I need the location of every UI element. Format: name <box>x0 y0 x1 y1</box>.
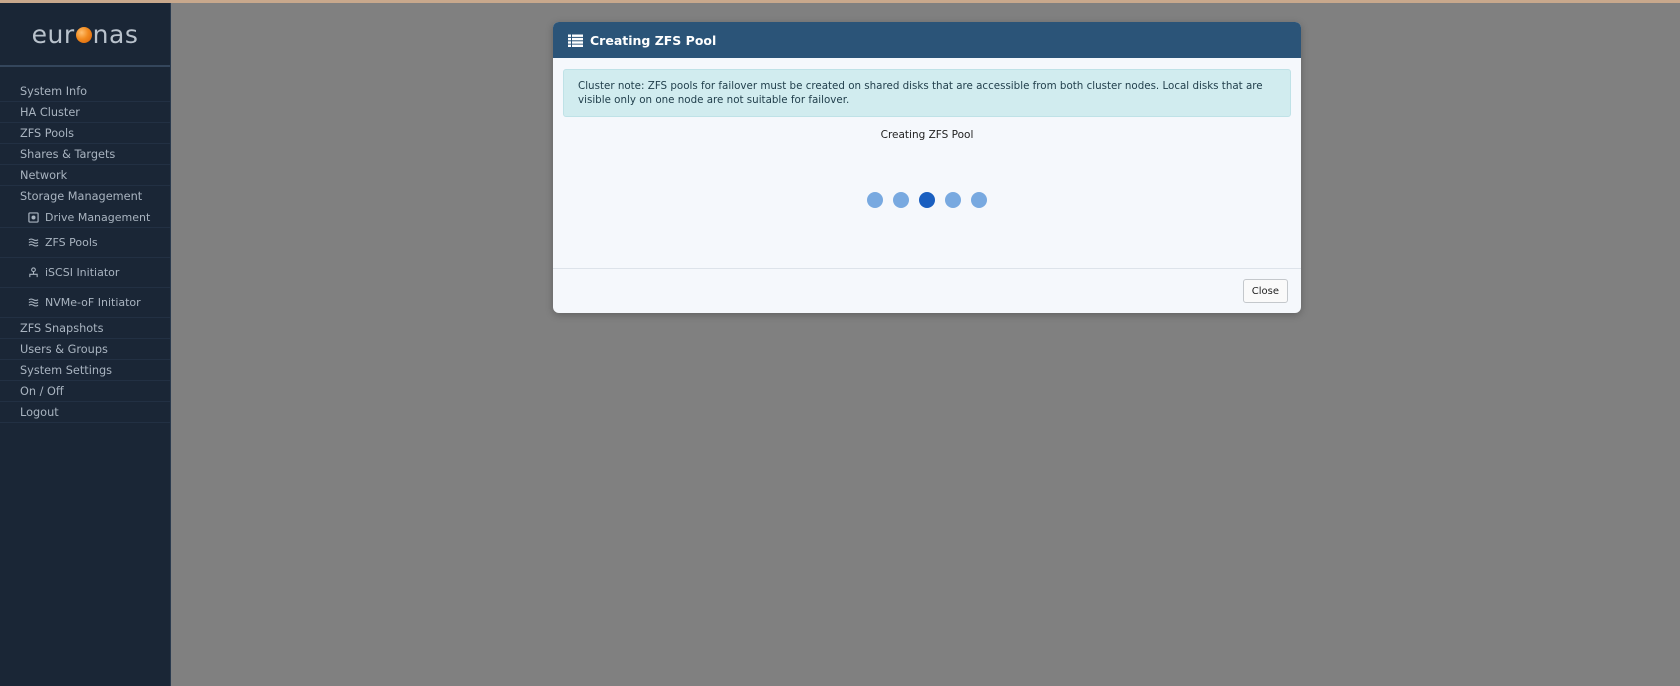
sidebar: eur nas System Info HA Cluster ZFS Pools … <box>0 3 171 686</box>
sidebar-item-label: ZFS Snapshots <box>20 321 104 335</box>
sidebar-subitem-nvmeof-initiator[interactable]: NVMe-oF Initiator <box>0 288 170 318</box>
creating-pool-dialog: Creating ZFS Pool Cluster note: ZFS pool… <box>553 22 1301 313</box>
list-icon <box>568 34 583 47</box>
loading-dot-active <box>919 192 935 208</box>
sidebar-item-network[interactable]: Network <box>0 165 170 186</box>
sidebar-item-label: Logout <box>20 405 59 419</box>
sidebar-subitem-label: iSCSI Initiator <box>45 266 120 279</box>
sidebar-item-zfs-snapshots[interactable]: ZFS Snapshots <box>0 318 170 339</box>
sidebar-item-label: ZFS Pools <box>20 126 75 140</box>
layers-icon <box>27 236 40 249</box>
sidebar-nav: System Info HA Cluster ZFS Pools Shares … <box>0 81 170 423</box>
logo-suffix: nas <box>92 19 139 49</box>
sidebar-item-label: System Settings <box>20 363 113 377</box>
sidebar-item-storage-management[interactable]: Storage Management <box>0 186 170 207</box>
sidebar-subitem-zfs-pools[interactable]: ZFS Pools <box>0 228 170 258</box>
sidebar-item-ha-cluster[interactable]: HA Cluster <box>0 102 170 123</box>
logo-prefix: eur <box>31 19 75 49</box>
cluster-note-alert: Cluster note: ZFS pools for failover mus… <box>563 69 1291 117</box>
initiator-icon <box>27 266 40 279</box>
logo[interactable]: eur nas <box>0 3 170 67</box>
sidebar-subitem-drive-management[interactable]: Drive Management <box>0 207 170 228</box>
sidebar-item-label: On / Off <box>20 384 64 398</box>
drive-icon <box>27 211 40 224</box>
cluster-note-text: Cluster note: ZFS pools for failover mus… <box>578 80 1263 106</box>
sidebar-item-logout[interactable]: Logout <box>0 402 170 423</box>
sidebar-item-on-off[interactable]: On / Off <box>0 381 170 402</box>
layers-icon <box>27 296 40 309</box>
sidebar-item-system-settings[interactable]: System Settings <box>0 360 170 381</box>
loading-dot <box>893 192 909 208</box>
sidebar-item-system-info[interactable]: System Info <box>0 81 170 102</box>
sidebar-item-label: HA Cluster <box>20 105 80 119</box>
sidebar-subitem-label: Drive Management <box>45 210 151 224</box>
sidebar-item-users-groups[interactable]: Users & Groups <box>0 339 170 360</box>
loading-dot <box>867 192 883 208</box>
sidebar-item-label: Network <box>20 168 68 182</box>
close-button[interactable]: Close <box>1242 279 1288 303</box>
sidebar-item-label: Shares & Targets <box>20 147 116 161</box>
sidebar-subitem-label: ZFS Pools <box>45 236 98 249</box>
logo-orb-icon <box>75 27 92 43</box>
loading-dot <box>971 192 987 208</box>
sidebar-item-shares-targets[interactable]: Shares & Targets <box>0 144 170 165</box>
sidebar-subitem-label: NVMe-oF Initiator <box>45 296 141 309</box>
sidebar-item-zfs-pools[interactable]: ZFS Pools <box>0 123 170 144</box>
loading-indicator <box>553 192 1301 208</box>
dialog-header: Creating ZFS Pool <box>553 22 1301 58</box>
sidebar-item-label: System Info <box>20 84 88 98</box>
sidebar-subitem-iscsi-initiator[interactable]: iSCSI Initiator <box>0 258 170 288</box>
loading-dot <box>945 192 961 208</box>
sidebar-item-label: Users & Groups <box>20 342 108 356</box>
dialog-footer: Close <box>553 268 1301 313</box>
dialog-title: Creating ZFS Pool <box>590 32 717 48</box>
progress-status-text: Creating ZFS Pool <box>880 129 974 141</box>
sidebar-item-label: Storage Management <box>20 190 143 203</box>
